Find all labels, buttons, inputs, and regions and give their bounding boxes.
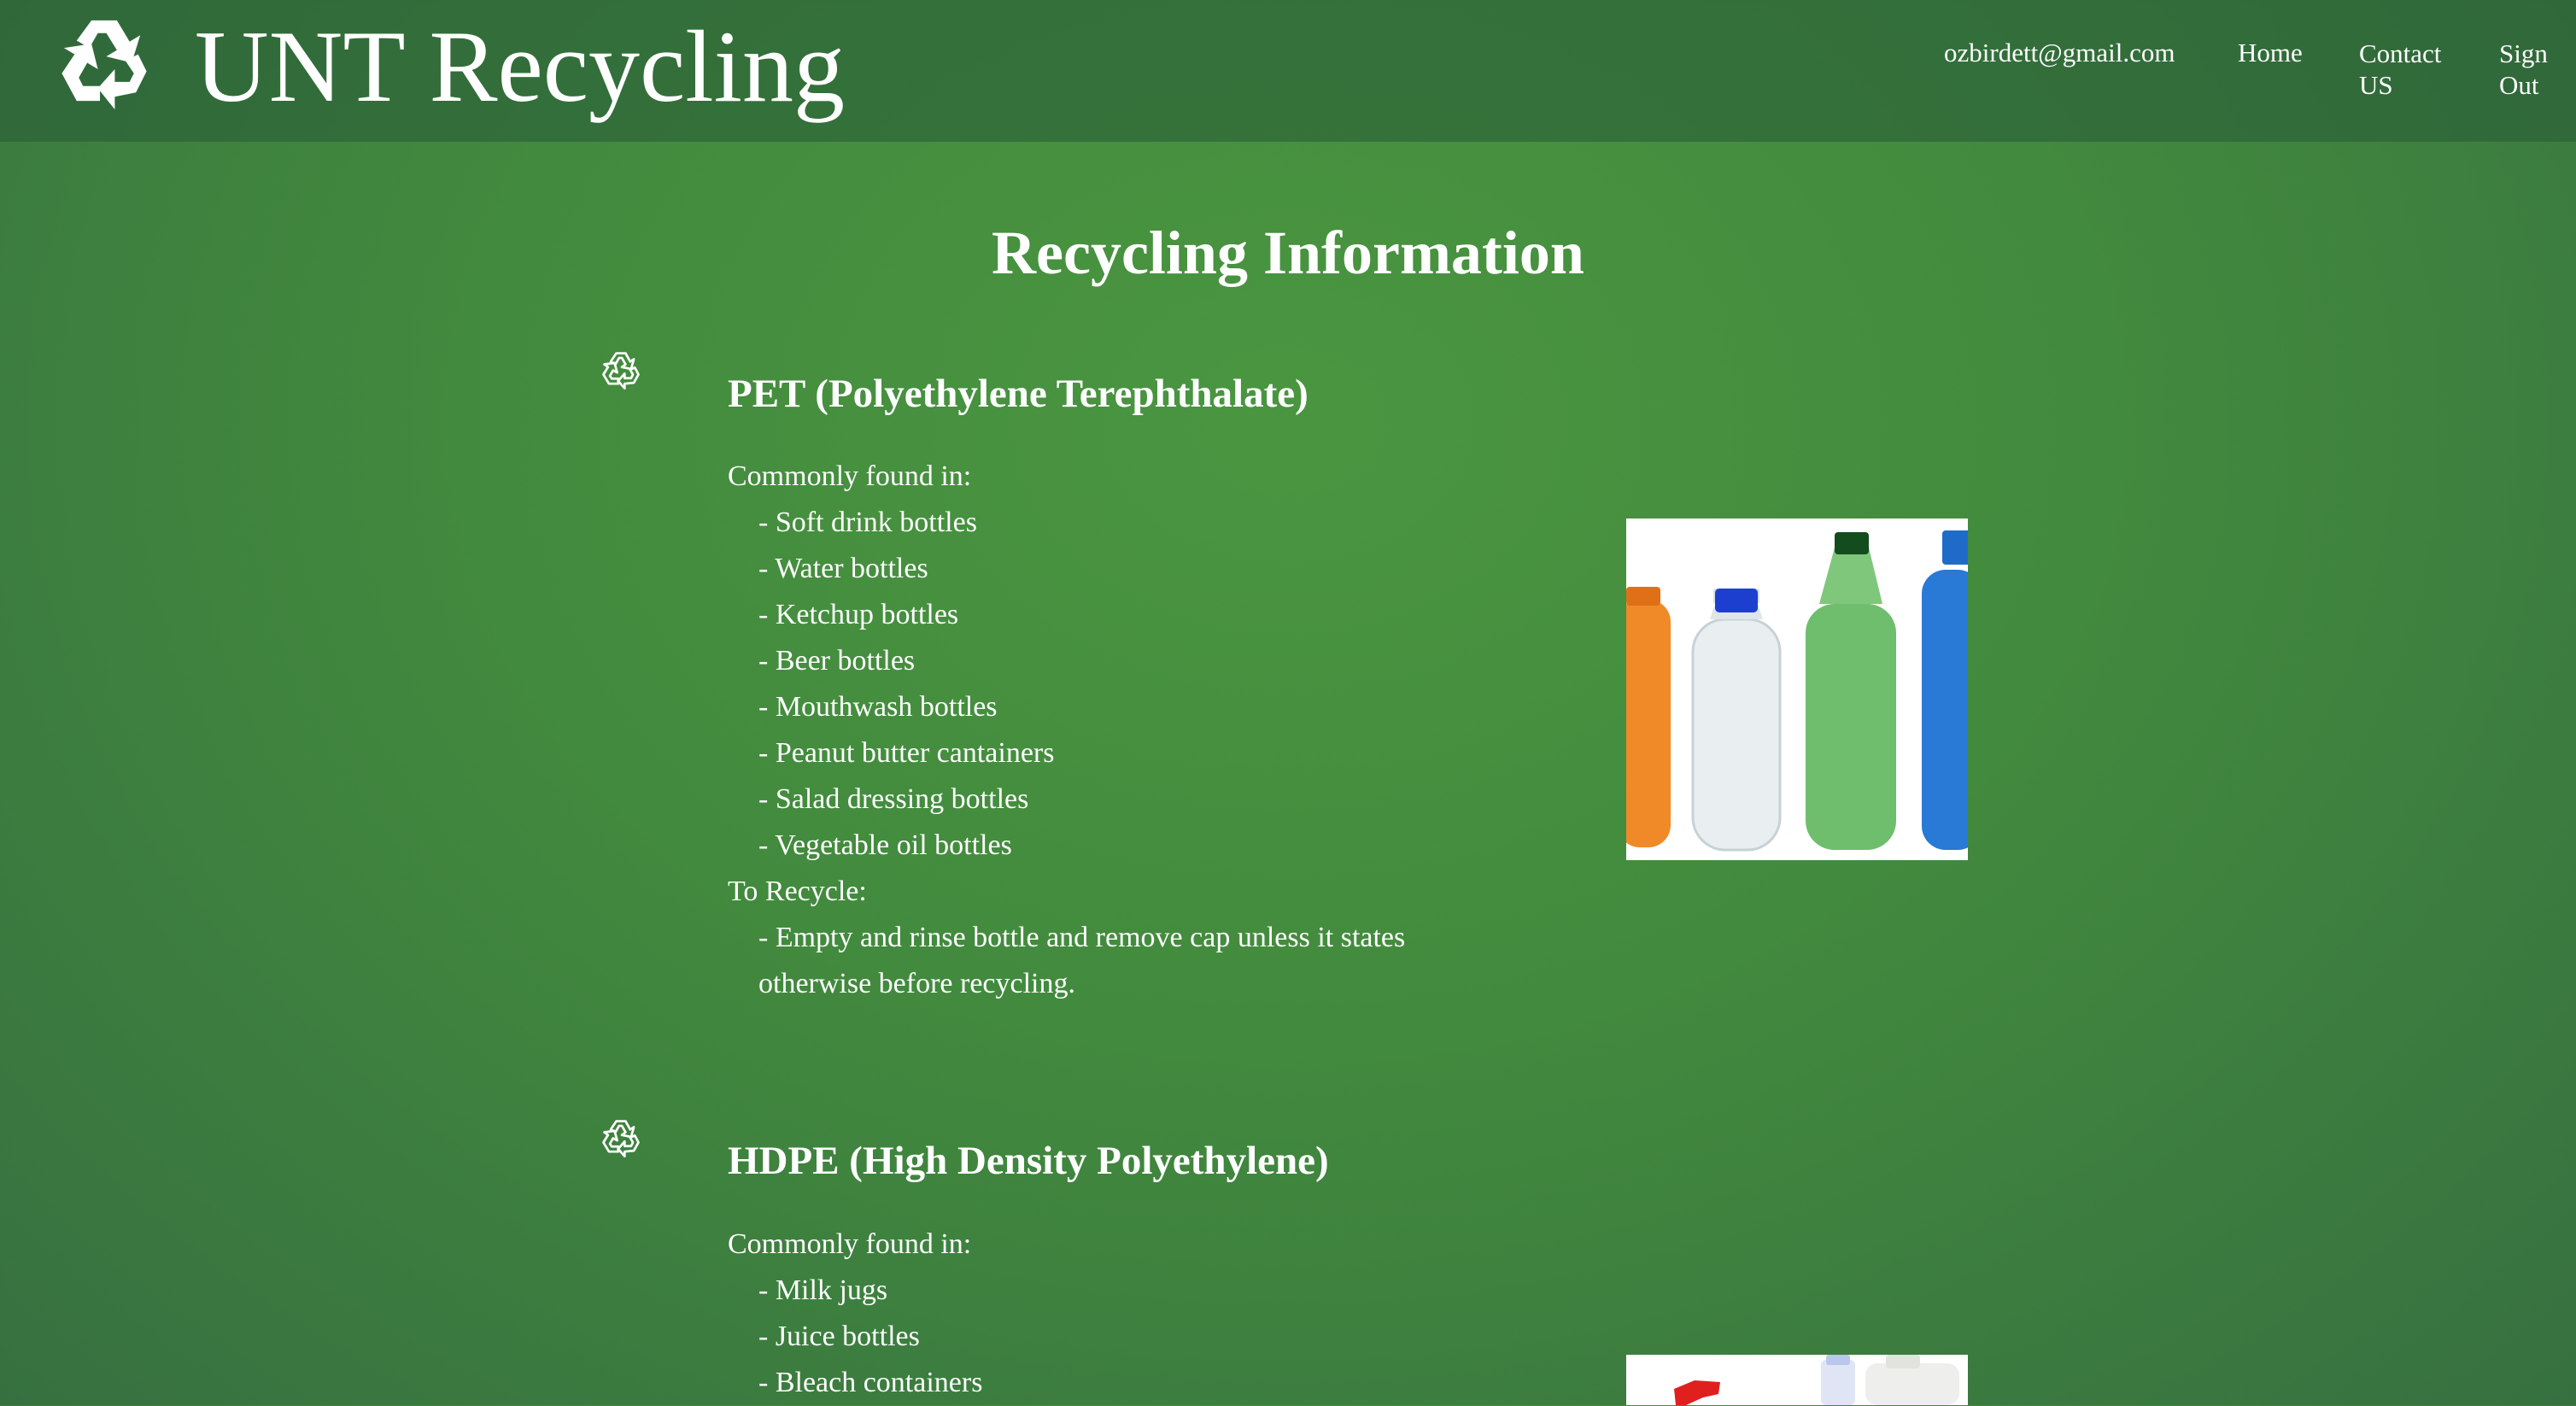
list-item: - Soft drink bottles xyxy=(758,507,977,538)
list-item: - Beer bottles xyxy=(758,645,916,677)
list-item: - Salad dressing bottles xyxy=(758,783,1029,815)
list-item: - Milk jugs xyxy=(758,1274,888,1306)
recycle-symbol-icon xyxy=(602,1120,640,1157)
list-item: - Ketchup bottles xyxy=(758,599,959,630)
list-item: - Bleach containers xyxy=(758,1367,983,1398)
pet-bottles-image xyxy=(1626,518,1968,860)
recycle-step: - Empty and rinse bottle and remove cap … xyxy=(758,922,1406,999)
recycle-symbol-icon xyxy=(602,352,640,390)
found-in-label: Commonly found in: xyxy=(728,460,972,492)
section-body: Commonly found in: - Milk jugs - Juice b… xyxy=(728,1221,1479,1406)
hdpe-containers-image xyxy=(1626,1355,1968,1405)
to-recycle-label: To Recycle: xyxy=(728,876,867,907)
page-title: Recycling Information xyxy=(992,219,1584,287)
nav-contact-link[interactable]: Contact US xyxy=(2359,38,2462,101)
site-brand[interactable]: UNT Recycling xyxy=(195,7,845,126)
list-item: - Peanut butter cantainers xyxy=(758,737,1055,769)
section-title: HDPE (High Density Polyethylene) xyxy=(728,1139,1329,1183)
user-email: ozbirdett@gmail.com xyxy=(1944,38,2175,67)
list-item: - Water bottles xyxy=(758,553,928,584)
list-item: - Mouthwash bottles xyxy=(758,691,998,723)
found-in-label: Commonly found in: xyxy=(728,1228,972,1260)
nav-signout-link[interactable]: Sign Out xyxy=(2499,38,2567,101)
recycle-icon[interactable] xyxy=(50,12,159,118)
nav-home-link[interactable]: Home xyxy=(2238,38,2303,68)
list-item: - Juice bottles xyxy=(758,1321,920,1352)
header-bar: UNT Recycling ozbirdett@gmail.com Home C… xyxy=(0,0,2576,142)
list-item: - Vegetable oil bottles xyxy=(758,829,1012,861)
section-title: PET (Polyethylene Terephthalate) xyxy=(728,372,1308,416)
section-body: Commonly found in: - Soft drink bottles … xyxy=(728,454,1479,1007)
